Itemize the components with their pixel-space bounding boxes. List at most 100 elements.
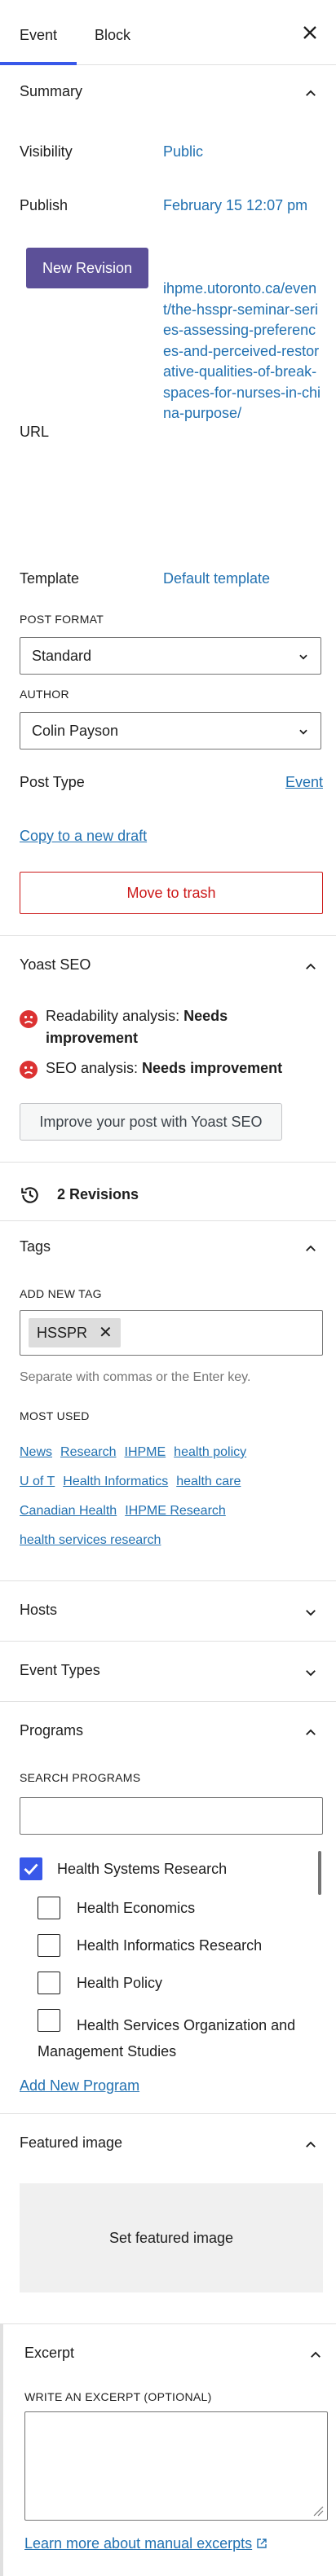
program-label: Health Services Organization and Managem… [38,2017,296,2059]
tab-block[interactable]: Block [95,0,130,65]
tag-chip: HSSPR ✕ [29,1318,121,1347]
programs-panel-header[interactable]: Programs [0,1717,336,1747]
sad-face-icon [20,1061,38,1079]
event-types-title: Event Types [20,1662,100,1678]
publish-date-value[interactable]: February 15 12:07 pm [163,197,307,214]
seo-analysis: SEO analysis: Needs improvement [46,1057,315,1079]
tag-link[interactable]: health services research [20,1533,161,1547]
featured-image-panel-header[interactable]: Featured image [0,2130,336,2159]
tab-block-label: Block [95,27,131,43]
event-types-panel-header[interactable]: Event Types [0,1657,336,1686]
programs-scrollbar[interactable] [318,1851,321,1895]
post-type-link[interactable]: Event [285,774,323,791]
readability-analysis: Readability analysis: Needs improvement [46,1005,315,1049]
author-label: AUTHOR [20,688,69,701]
tag-link[interactable]: health policy [174,1445,246,1459]
url-label: URL [20,424,50,440]
yoast-title: Yoast SEO [20,956,91,973]
tag-link[interactable]: Health Informatics [63,1475,168,1488]
learn-more-link[interactable]: Learn more about manual excerpts [24,2535,252,2552]
program-label: Health Economics [77,1900,196,1916]
chevron-down-icon [306,1610,316,1616]
chevron-up-icon [306,2141,316,2147]
program-checkbox-checked[interactable] [20,1857,42,1880]
post-type-label: Post Type [20,774,85,790]
sad-face-icon [20,1010,38,1028]
search-programs-label: SEARCH PROGRAMS [20,1771,141,1784]
yoast-panel-header[interactable]: Yoast SEO [0,952,336,981]
author-select[interactable]: Colin Payson [20,712,321,750]
visibility-value[interactable]: Public [163,143,203,160]
chevron-up-icon [306,963,316,969]
tag-link[interactable]: IHPME Research [125,1504,226,1518]
publish-label: Publish [20,197,69,213]
copy-to-draft-link[interactable]: Copy to a new draft [20,828,147,845]
improve-yoast-button[interactable]: Improve your post with Yoast SEO [20,1103,282,1141]
tag-chip-label: HSSPR [37,1325,88,1341]
excerpt-field-label: WRITE AN EXCERPT (OPTIONAL) [24,2390,212,2403]
move-to-trash-button[interactable]: Move to trash [20,872,323,914]
program-checkbox[interactable] [38,1934,60,1957]
divider [0,2113,336,2114]
tag-link[interactable]: IHPME [125,1445,166,1459]
most-used-tags: Canadian Health IHPME Research [20,1504,321,1519]
learn-more-excerpts[interactable]: Learn more about manual excerpts [24,2535,267,2552]
resize-handle-icon[interactable] [312,2505,324,2517]
post-format-value: Standard [32,648,92,664]
divider [0,2323,336,2324]
tag-link[interactable]: U of T [20,1475,55,1488]
chevron-up-icon [306,90,316,96]
program-label: Health Informatics Research [77,1937,263,1954]
divider [0,1220,336,1221]
chevron-up-icon [306,1729,316,1735]
template-label: Template [20,570,80,587]
chevron-down-icon [299,729,307,735]
most-used-tags: News Research IHPME health policy [20,1445,321,1460]
tags-panel-header[interactable]: Tags [0,1233,336,1263]
url-link[interactable]: ihpme.utoronto.ca/event/the-hsspr-semina… [163,279,321,424]
divider [0,935,336,936]
active-tab-indicator [0,62,77,65]
seo-status: Needs improvement [142,1060,283,1076]
add-new-program-link[interactable]: Add New Program [20,2077,139,2095]
summary-title: Summary [20,83,83,99]
search-programs-input[interactable] [20,1797,323,1835]
chevron-down-icon [299,654,307,660]
template-value[interactable]: Default template [163,570,270,587]
sidebar-tabs: Event Block [0,0,336,65]
program-checkbox[interactable] [38,1972,60,1994]
featured-image-title: Featured image [20,2134,123,2151]
revisions-row[interactable]: 2 Revisions [0,1173,336,1219]
tab-event[interactable]: Event [20,0,77,65]
excerpt-panel-header[interactable]: Excerpt [0,2340,336,2369]
set-featured-image-button[interactable]: Set featured image [20,2183,323,2292]
seo-label: SEO analysis: [46,1060,143,1076]
most-used-tags: health services research [20,1533,321,1548]
divider [0,1162,336,1163]
tag-link[interactable]: Canadian Health [20,1504,117,1518]
history-icon [21,1187,38,1203]
tag-link[interactable]: News [20,1445,52,1459]
divider [0,1580,336,1581]
post-format-select[interactable]: Standard [20,637,321,675]
close-icon[interactable] [298,21,321,44]
most-used-label: MOST USED [20,1409,90,1422]
tag-input[interactable]: HSSPR ✕ [20,1310,323,1356]
excerpt-textarea[interactable] [24,2411,328,2521]
remove-tag-icon[interactable]: ✕ [99,1324,113,1342]
tags-help-text: Separate with commas or the Enter key. [20,1370,251,1384]
visibility-label: Visibility [20,143,73,160]
programs-title: Programs [20,1722,84,1739]
author-value: Colin Payson [32,723,119,739]
hosts-panel-header[interactable]: Hosts [0,1597,336,1626]
summary-panel-header[interactable]: Summary [0,78,336,108]
chevron-up-icon [306,1245,316,1251]
new-revision-button[interactable]: New Revision [26,248,148,288]
tag-link[interactable]: Research [60,1445,116,1459]
most-used-tags: U of T Health Informatics health care [20,1475,321,1489]
post-format-label: POST FORMAT [20,613,104,626]
chevron-up-icon [311,2351,321,2358]
revisions-label: 2 Revisions [57,1186,139,1202]
tag-link[interactable]: health care [176,1475,241,1488]
program-checkbox[interactable] [38,1897,60,1919]
